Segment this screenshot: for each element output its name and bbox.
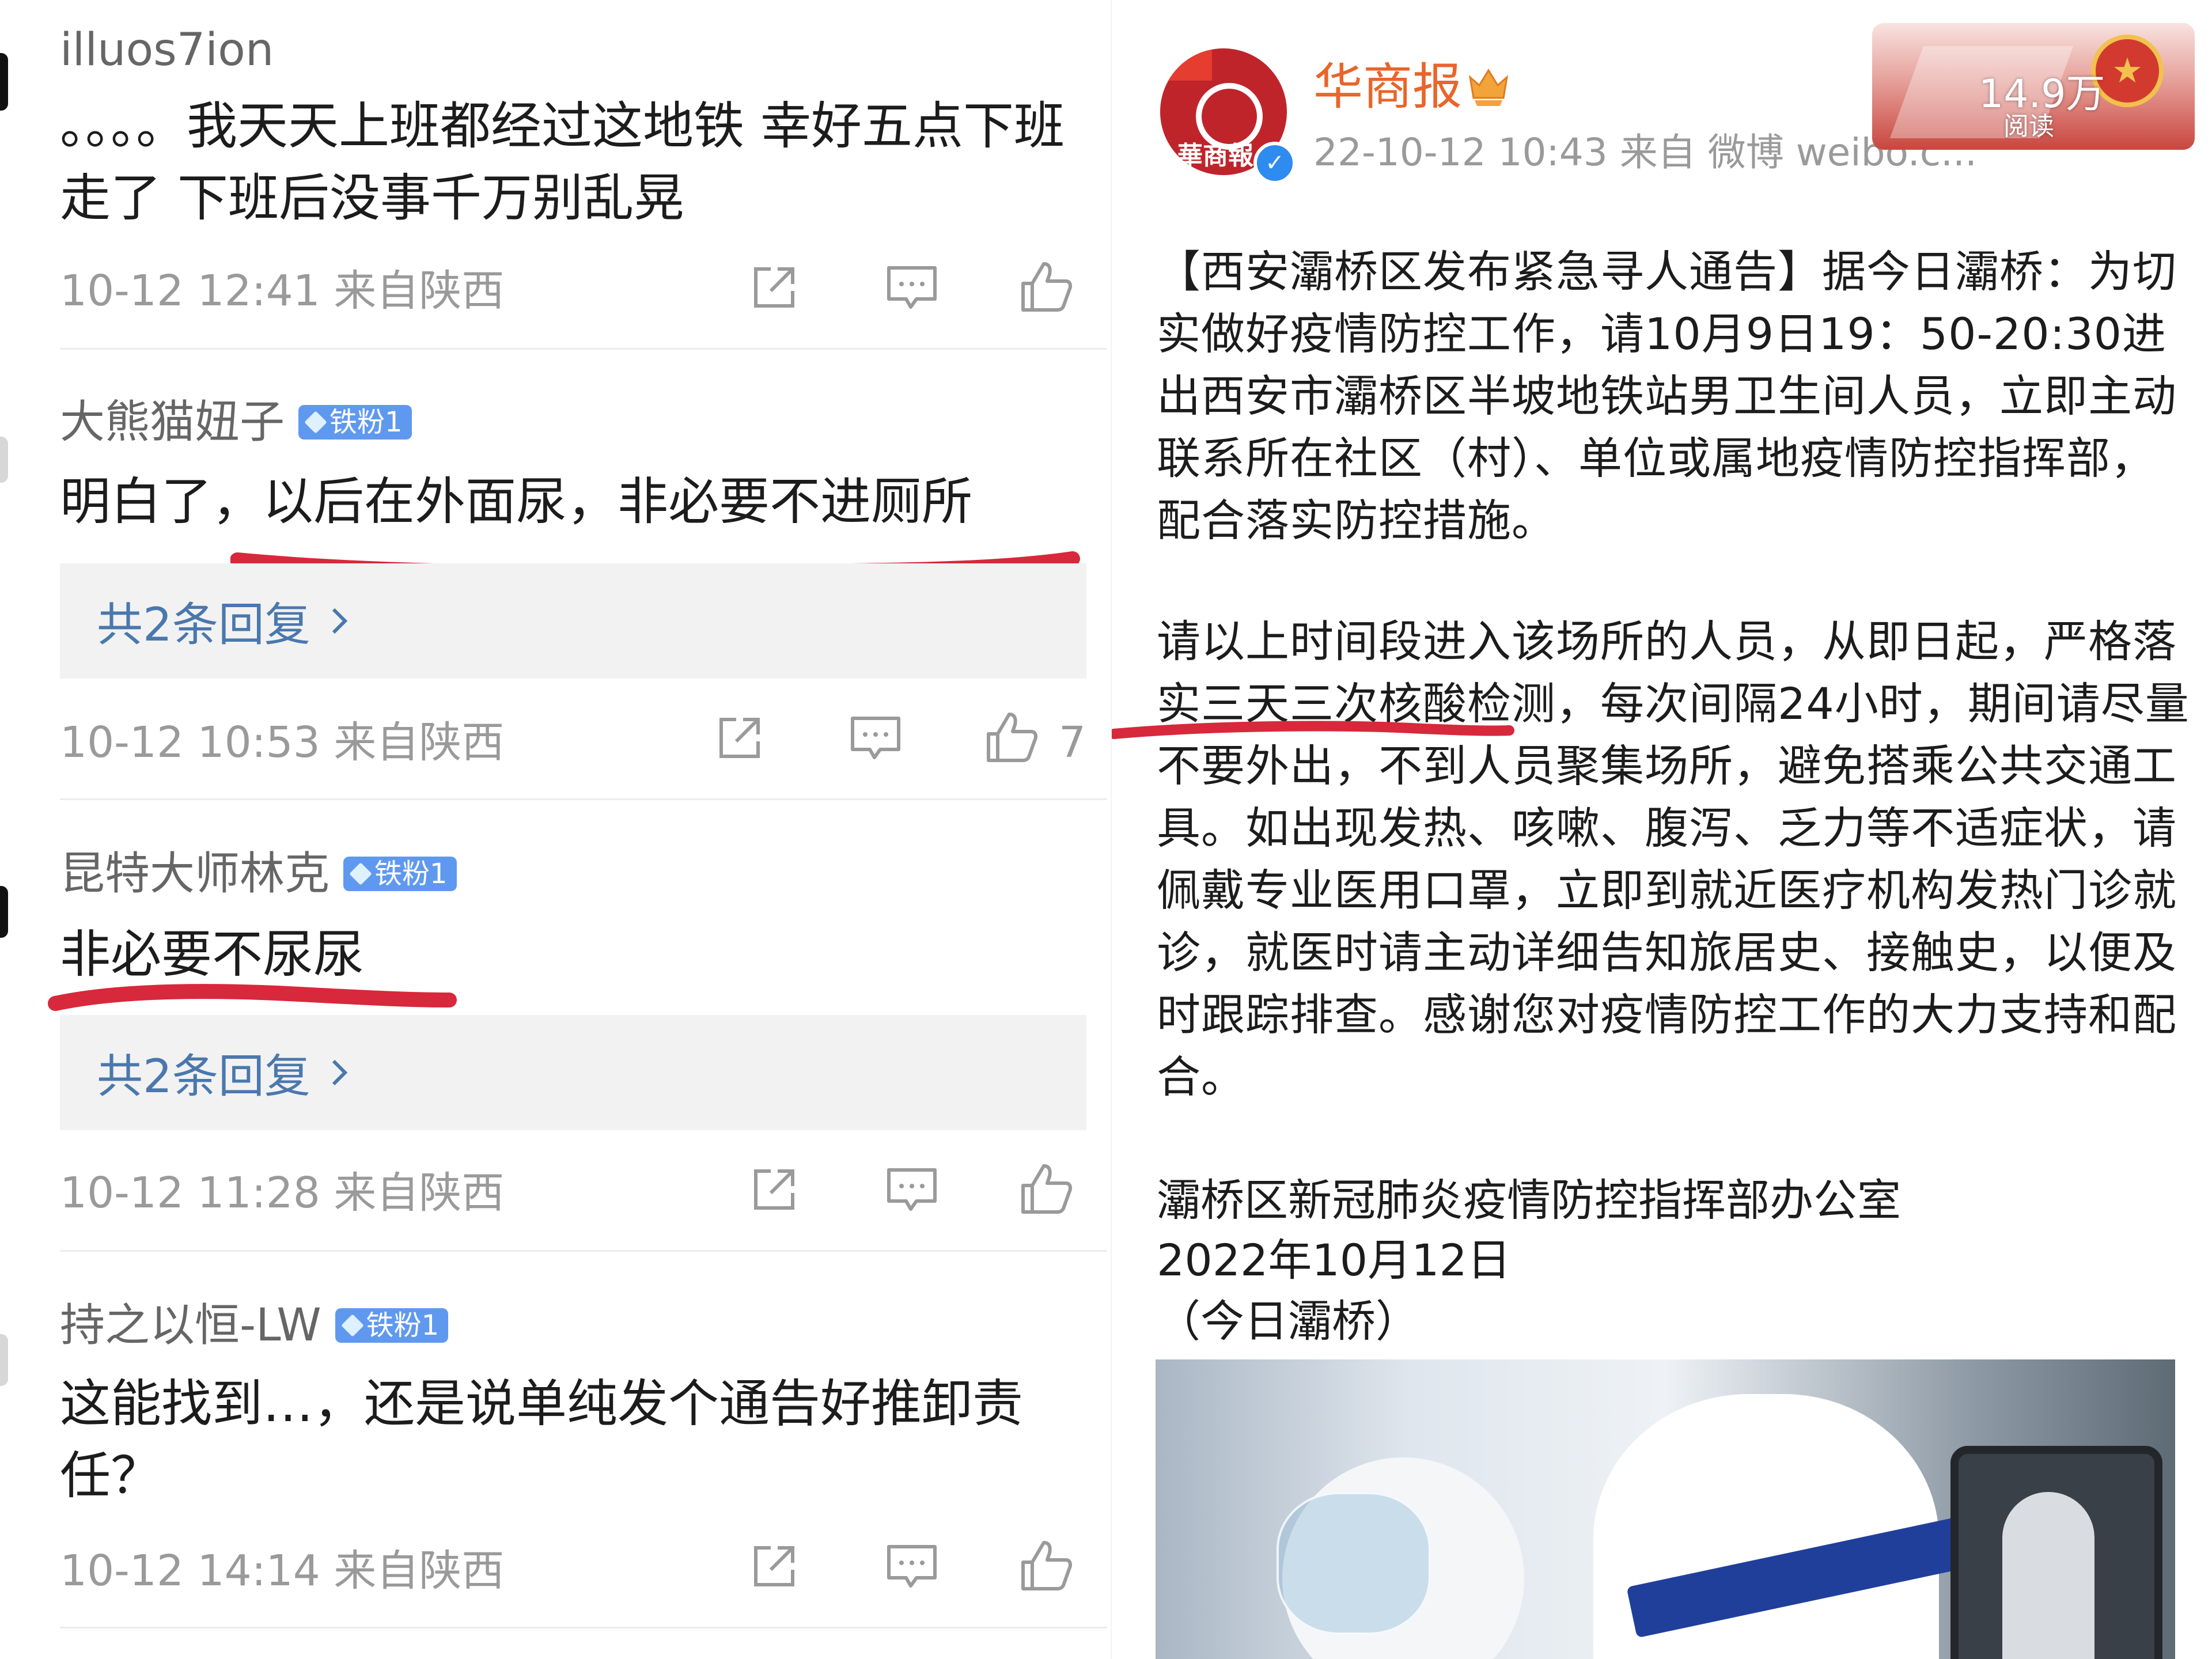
like-icon[interactable]	[1018, 259, 1074, 315]
like-icon[interactable]	[1018, 1538, 1074, 1593]
post-paragraph-1: 【西安灞桥区发布紧急寻人通告】据今日灞桥：为切实做好疫情防控工作，请10月9日1…	[1157, 246, 2177, 546]
share-icon[interactable]	[746, 1162, 801, 1218]
diamond-icon	[349, 862, 372, 885]
comment-meta: 10-12 12:41 来自陕西	[60, 266, 505, 316]
flag-icon	[1160, 48, 1212, 81]
comment-meta: 10-12 14:14 来自陕西	[60, 1546, 505, 1596]
comment-icon[interactable]	[884, 1539, 940, 1594]
comment-icon[interactable]	[884, 260, 940, 316]
like-icon[interactable]	[984, 710, 1039, 765]
like-count: 7	[1059, 718, 1086, 767]
post-photo[interactable]	[1156, 1359, 2175, 1659]
comment-text: 明白了，以后在外面尿，非必要不进厕所	[60, 472, 973, 531]
lab-worker-figure	[2002, 1492, 2094, 1659]
read-count-label: 阅读	[2003, 112, 2054, 141]
avatar-edge	[0, 886, 8, 938]
red-underline-annotation	[48, 984, 457, 1011]
comment-list: illuos7ion 。。。。我天天上班都经过这地铁 幸好五点下班走了 下班后没…	[0, 0, 1112, 1659]
chevron-right-icon	[328, 1046, 351, 1100]
fan-badge[interactable]: 铁粉1	[298, 405, 412, 440]
logo-text: 華商報	[1177, 141, 1253, 171]
share-icon[interactable]	[746, 260, 801, 316]
diamond-icon	[340, 1314, 364, 1337]
diamond-icon	[304, 411, 327, 434]
comment-author[interactable]: 昆特大师林克	[60, 851, 329, 896]
avatar-edge	[0, 1334, 8, 1386]
red-underline-annotation	[1112, 721, 1514, 739]
weibo-post: 華商報 ✓ 华商报 22-10-12 10:43 来自 微博 weibo.c..…	[1112, 0, 2212, 1659]
comment-divider	[60, 798, 1107, 800]
crown-icon	[1467, 65, 1510, 108]
fan-badge-label: 铁粉1	[366, 1309, 440, 1342]
comment-meta: 10-12 11:28 来自陕西	[60, 1168, 505, 1218]
avatar-edge	[0, 437, 8, 483]
post-signature: 灞桥区新冠肺炎疫情防控指挥部办公室	[1157, 1175, 1901, 1226]
account-name[interactable]: 华商报	[1313, 62, 1462, 112]
fan-badge[interactable]: 铁粉1	[343, 857, 457, 891]
comment-divider	[60, 348, 1107, 350]
view-replies-link[interactable]: 共2条回复	[97, 588, 351, 654]
reply-box[interactable]: 共2条回复	[60, 1015, 1086, 1130]
like-icon[interactable]	[1018, 1161, 1074, 1217]
avatar-edge	[0, 53, 8, 111]
chevron-right-icon	[328, 594, 351, 648]
verified-icon: ✓	[1253, 142, 1296, 184]
comment-divider	[60, 1627, 1107, 1628]
comment-author[interactable]: 大熊猫妞子	[60, 400, 285, 445]
read-count: 14.9万	[1979, 71, 2105, 117]
comment-icon[interactable]	[848, 711, 903, 766]
comment-author[interactable]: illuos7ion	[60, 28, 274, 73]
replies-label: 共2条回复	[97, 1050, 310, 1103]
comment-header: 持之以恒-LW 铁粉1	[60, 1303, 449, 1348]
fan-badge[interactable]: 铁粉1	[335, 1308, 449, 1343]
comment-text: 。。。。我天天上班都经过这地铁 幸好五点下班走了 下班后没事千万别乱晃	[60, 96, 1065, 228]
avatar[interactable]: 華商報 ✓	[1152, 40, 1296, 184]
fan-badge-label: 铁粉1	[374, 858, 448, 890]
comment-text: 这能找到…，还是说单纯发个通告好推卸责任？	[60, 1374, 1024, 1505]
face-shield	[1277, 1492, 1431, 1635]
comment-meta: 10-12 10:53 来自陕西	[60, 718, 505, 767]
share-icon[interactable]	[746, 1539, 801, 1594]
comment-header: 昆特大师林克 铁粉1	[60, 851, 457, 896]
post-paragraph-2: 请以上时间段进入该场所的人员，从即日起，严格落实三天三次核酸检测，每次间隔24小…	[1157, 616, 2190, 1103]
comment-divider	[60, 1250, 1107, 1252]
comment-header: illuos7ion	[60, 28, 274, 73]
comment-author[interactable]: 持之以恒-LW	[60, 1303, 321, 1348]
post-date: 2022年10月12日	[1157, 1234, 1511, 1286]
post-source: （今日灞桥）	[1157, 1296, 1419, 1347]
replies-label: 共2条回复	[97, 598, 310, 652]
comment-header: 大熊猫妞子 铁粉1	[60, 400, 412, 445]
share-icon[interactable]	[711, 711, 767, 766]
view-replies-link[interactable]: 共2条回复	[97, 1039, 351, 1106]
reply-box[interactable]: 共2条回复	[60, 563, 1086, 679]
fan-badge-label: 铁粉1	[329, 406, 403, 438]
comment-icon[interactable]	[884, 1162, 940, 1218]
